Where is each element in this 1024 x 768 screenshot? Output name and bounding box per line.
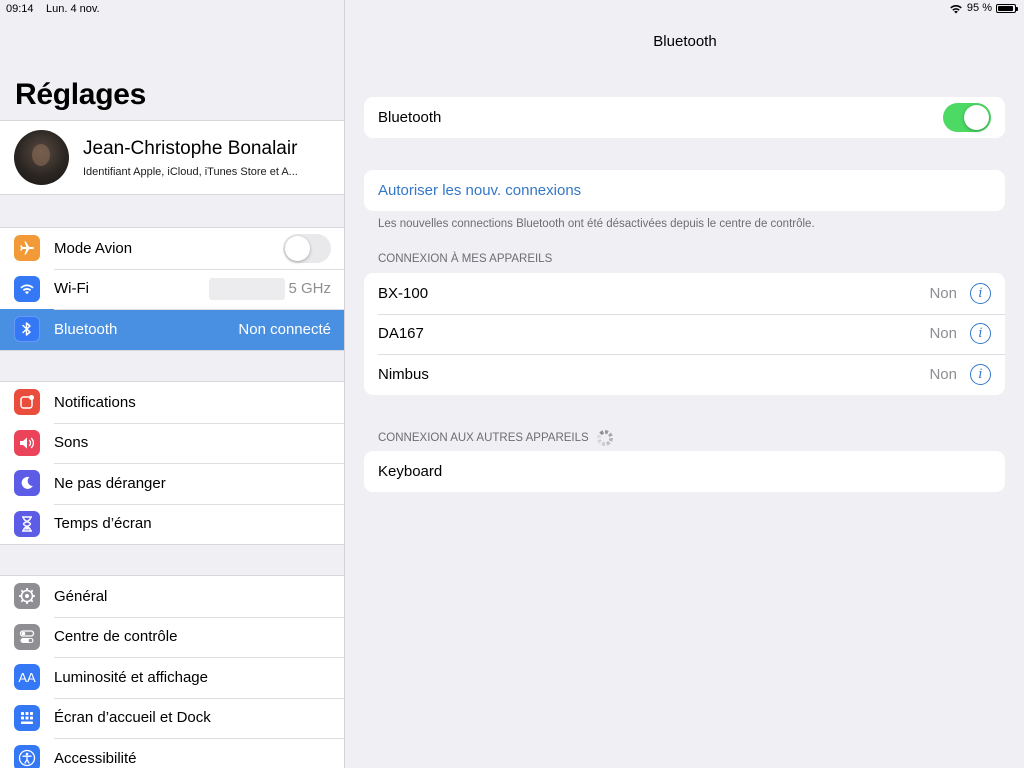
other-devices-list: Keyboard [364,451,1005,492]
notifications-icon [14,389,40,416]
sidebar-item-home-screen-dock[interactable]: Écran d’accueil et Dock [0,697,344,739]
device-row-bx-100[interactable]: BX-100 Non i [364,273,1005,314]
sidebar-item-label: Écran d’accueil et Dock [54,709,211,727]
my-devices-list: BX-100 Non i DA167 Non i Nimbus Non i [364,273,1005,395]
text-size-icon: AA [14,664,40,691]
text-size-glyph: AA [18,669,36,685]
sidebar-item-label: Sons [54,434,89,452]
allow-connections-card: Autoriser les nouv. connexions [364,170,1005,211]
sidebar-item-screen-time[interactable]: Temps d’écran [0,503,344,545]
settings-sidebar: Réglages Jean-Christophe Bonalair Identi… [0,0,345,768]
device-row-keyboard[interactable]: Keyboard [364,451,1005,492]
device-status: Non [929,325,957,343]
device-name: Nimbus [378,365,429,383]
apple-id-profile[interactable]: Jean-Christophe Bonalair Identifiant App… [0,120,344,195]
sidebar-item-label: Général [54,587,108,605]
sidebar-item-label: Bluetooth [54,320,118,338]
other-devices-header: CONNEXION AUX AUTRES APPAREILS [378,430,613,446]
device-name: DA167 [378,325,424,343]
notifications-group: Notifications Sons Ne pas déranger Temps… [0,381,344,545]
avatar [14,130,69,185]
profile-subtitle: Identifiant Apple, iCloud, iTunes Store … [83,165,298,178]
bluetooth-icon [14,316,40,343]
sidebar-item-label: Ne pas déranger [54,474,166,492]
my-devices-header: CONNEXION À MES APPAREILS [378,253,552,265]
status-time: 09:14 [6,3,34,15]
disabled-connections-note: Les nouvelles connections Bluetooth ont … [378,218,815,230]
info-icon[interactable]: i [970,323,991,345]
bluetooth-toggle-card: Bluetooth [364,97,1005,138]
sidebar-item-label: Notifications [54,393,136,411]
bluetooth-status-value: Non connecté [238,320,331,338]
sidebar-item-bluetooth[interactable]: Bluetooth Non connecté [0,309,344,350]
switches-icon [14,623,40,650]
sidebar-item-general[interactable]: Général [0,576,344,617]
sidebar-item-label: Centre de contrôle [54,628,178,646]
bluetooth-row: Bluetooth [364,97,1005,138]
speaker-icon [14,429,40,456]
moon-icon [14,470,40,497]
wifi-network-name-redacted [209,277,285,300]
gear-icon [14,583,40,610]
sidebar-item-airplane-mode[interactable]: Mode Avion [0,228,344,269]
connectivity-group: Mode Avion Wi-Fi 5 GHz Bluetooth Non con… [0,227,344,351]
battery-percent: 95 % [966,2,992,14]
sidebar-item-notifications[interactable]: Notifications [0,382,344,423]
wifi-network-value: 5 GHz [288,280,331,298]
other-devices-header-label: CONNEXION AUX AUTRES APPAREILS [378,432,589,444]
wifi-signal-icon [950,4,962,13]
bluetooth-row-label: Bluetooth [378,108,442,126]
bluetooth-detail-pane: Bluetooth Bluetooth Autoriser les nouv. … [346,0,1024,768]
device-row-da167[interactable]: DA167 Non i [364,313,1005,355]
status-bar: 09:14 Lun. 4 nov. 95 % [0,0,1024,20]
wifi-icon [14,275,40,302]
my-devices-header-label: CONNEXION À MES APPAREILS [378,253,553,265]
bluetooth-toggle[interactable] [943,102,991,132]
general-group: Général Centre de contrôle AA Luminosité… [0,575,344,768]
home-grid-icon [14,704,40,731]
device-status: Non [929,365,957,383]
battery-fill [998,5,1014,11]
airplane-mode-toggle[interactable] [283,233,331,263]
sidebar-item-label: Mode Avion [54,239,133,257]
sidebar-item-label: Temps d’écran [54,515,152,533]
sidebar-item-control-center[interactable]: Centre de contrôle [0,616,344,658]
page-title: Bluetooth [653,33,717,50]
device-status: Non [929,284,957,302]
device-row-nimbus[interactable]: Nimbus Non i [364,354,1005,395]
sidebar-item-label: Accessibilité [54,749,137,767]
sidebar-item-do-not-disturb[interactable]: Ne pas déranger [0,463,344,504]
battery-icon [996,3,1018,13]
info-icon[interactable]: i [970,363,991,385]
status-right: 95 % [949,2,1018,14]
info-icon[interactable]: i [970,282,991,304]
device-name: BX-100 [378,284,429,302]
sidebar-item-sounds[interactable]: Sons [0,422,344,464]
airplane-icon [14,235,40,262]
sidebar-item-accessibility[interactable]: Accessibilité [0,738,344,768]
sidebar-item-label: Luminosité et affichage [54,668,208,686]
profile-name: Jean-Christophe Bonalair [83,137,298,159]
accessibility-icon [14,745,40,768]
sidebar-item-label: Wi-Fi [54,280,89,298]
allow-new-connections-link[interactable]: Autoriser les nouv. connexions [378,182,581,199]
device-name: Keyboard [378,462,443,480]
sidebar-item-display-brightness[interactable]: AA Luminosité et affichage [0,657,344,698]
sidebar-title: Réglages [15,78,146,111]
sidebar-item-wifi[interactable]: Wi-Fi 5 GHz [0,268,344,310]
status-date: Lun. 4 nov. [46,3,100,15]
hourglass-icon [14,510,40,537]
allow-new-connections-row[interactable]: Autoriser les nouv. connexions [364,170,1005,211]
loading-spinner-icon [596,430,613,446]
